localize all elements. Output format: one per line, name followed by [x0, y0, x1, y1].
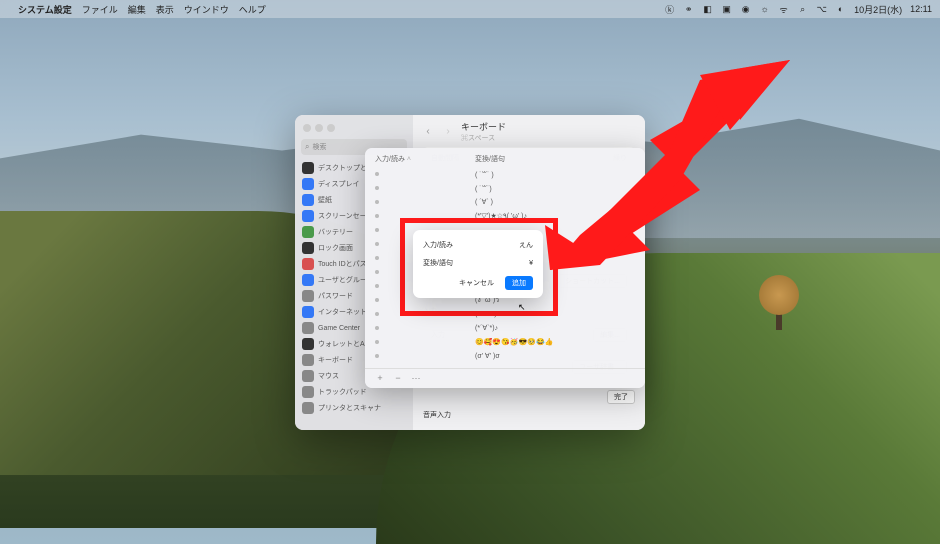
sidebar-item-label: ロック画面 — [318, 243, 353, 253]
sidebar-item-label: ユーザとグルー — [318, 275, 367, 285]
dictionary-row[interactable]: (*'▽')★☆٩( 'ω' )♪ — [375, 209, 635, 223]
status-icon[interactable]: ◧ — [702, 4, 713, 15]
dictionary-row[interactable]: ( ˙꒳˙ ) — [375, 167, 635, 181]
sidebar-item-icon — [302, 226, 314, 238]
user-icon[interactable]: ◉ — [740, 4, 751, 15]
sidebar-item-icon — [302, 242, 314, 254]
sidebar-item-icon — [302, 338, 314, 350]
sidebar-item-label: Touch IDとパス — [318, 259, 367, 269]
word-input[interactable] — [493, 260, 533, 267]
menubar-time[interactable]: 12:11 — [910, 4, 932, 14]
dictionary-row[interactable]: (σ' ∀' )σ — [375, 349, 635, 363]
sidebar-item-icon — [302, 386, 314, 398]
dictionary-row[interactable]: (^•ω•^) — [375, 307, 635, 321]
page-title: キーボード — [461, 120, 506, 133]
sidebar-item-icon — [302, 306, 314, 318]
menubar-window[interactable]: ウインドウ — [184, 3, 229, 16]
control-center-icon[interactable]: ⌥ — [816, 4, 827, 15]
screenshot-icon[interactable]: ▣ — [721, 4, 732, 15]
sidebar-item-label: プリンタとスキャナ — [318, 403, 381, 413]
menubar-file[interactable]: ファイル — [82, 3, 118, 16]
done-button[interactable]: 完了 — [607, 390, 635, 404]
sidebar-item-label: パスワード — [318, 291, 353, 301]
add-entry-button[interactable]: + — [373, 373, 387, 384]
sidebar-item-label: 壁紙 — [318, 195, 332, 205]
sidebar-item-label: ウォレットとA — [318, 339, 365, 349]
field-label-reading: 入力/読み — [423, 240, 453, 250]
remove-entry-button[interactable]: − — [391, 373, 405, 384]
section-label: 音声入力 — [423, 410, 635, 420]
sidebar-item-icon — [302, 354, 314, 366]
siri-icon[interactable]: ◐ — [835, 4, 846, 15]
status-icon[interactable]: ⚭ — [683, 4, 694, 15]
dictionary-row[interactable]: (*´∀`*)♪ — [375, 321, 635, 335]
menubar-help[interactable]: ヘルプ — [239, 3, 266, 16]
sidebar-item-label: バッテリー — [318, 227, 353, 237]
forward-button[interactable]: › — [441, 124, 455, 138]
sidebar-item-icon — [302, 402, 314, 414]
display-icon[interactable]: ☼ — [759, 4, 770, 15]
sidebar-item-label: マウス — [318, 371, 339, 381]
sidebar-item-icon — [302, 322, 314, 334]
sidebar-item[interactable]: プリンタとスキャナ — [299, 400, 409, 416]
more-button[interactable]: ⋯ — [409, 373, 423, 384]
column-header-word[interactable]: 変換/語句 — [475, 154, 635, 164]
sidebar-item-label: キーボード — [318, 355, 353, 365]
sidebar-item-label: スクリーンセー — [318, 211, 367, 221]
sidebar-item-label: Game Center — [318, 325, 360, 332]
sidebar-item-icon — [302, 162, 314, 174]
field-label-word: 変換/語句 — [423, 258, 453, 268]
sidebar-item-icon — [302, 258, 314, 270]
menubar-date[interactable]: 10月2日(水) — [854, 3, 902, 16]
sidebar-item-label: トラックパッド — [318, 387, 367, 397]
sidebar-item-icon — [302, 178, 314, 190]
search-icon[interactable]: ⌕ — [797, 4, 808, 15]
reading-input[interactable] — [493, 242, 533, 249]
dictionary-row[interactable]: ( ´∀` ) — [375, 195, 635, 209]
sidebar-item-icon — [302, 194, 314, 206]
menubar-view[interactable]: 表示 — [156, 3, 174, 16]
wifi-icon[interactable]: ᯤ — [778, 4, 789, 15]
page-subtitle: ⌘スペース — [461, 133, 506, 143]
window-controls[interactable] — [299, 121, 409, 138]
sidebar-item-icon — [302, 370, 314, 382]
cancel-button[interactable]: キャンセル — [452, 276, 501, 290]
menubar-app[interactable]: システム設定 — [18, 3, 72, 16]
sidebar-item-label: デスクトップと — [318, 163, 367, 173]
add-entry-dialog: 入力/読み 変換/語句 キャンセル 追加 — [413, 230, 543, 298]
sidebar-item-label: インターネット — [318, 307, 367, 317]
sidebar-item-icon — [302, 210, 314, 222]
menubar: システム設定 ファイル 編集 表示 ウインドウ ヘルプ ⓚ ⚭ ◧ ▣ ◉ ☼ … — [0, 0, 940, 18]
sidebar-item-label: ディスプレイ — [318, 179, 360, 189]
dictionary-row[interactable]: ( ˙꒳˙) — [375, 181, 635, 195]
menubar-edit[interactable]: 編集 — [128, 3, 146, 16]
status-icon[interactable]: ⓚ — [664, 4, 675, 15]
back-button[interactable]: ‹ — [421, 124, 435, 138]
sidebar-item-icon — [302, 290, 314, 302]
column-header-reading[interactable]: 入力/読み ˄ — [375, 154, 475, 164]
add-button[interactable]: 追加 — [505, 276, 533, 290]
sidebar-item-icon — [302, 274, 314, 286]
dictionary-row[interactable]: 😊🥰😍😘🥳😎🥺😂👍 — [375, 335, 635, 349]
